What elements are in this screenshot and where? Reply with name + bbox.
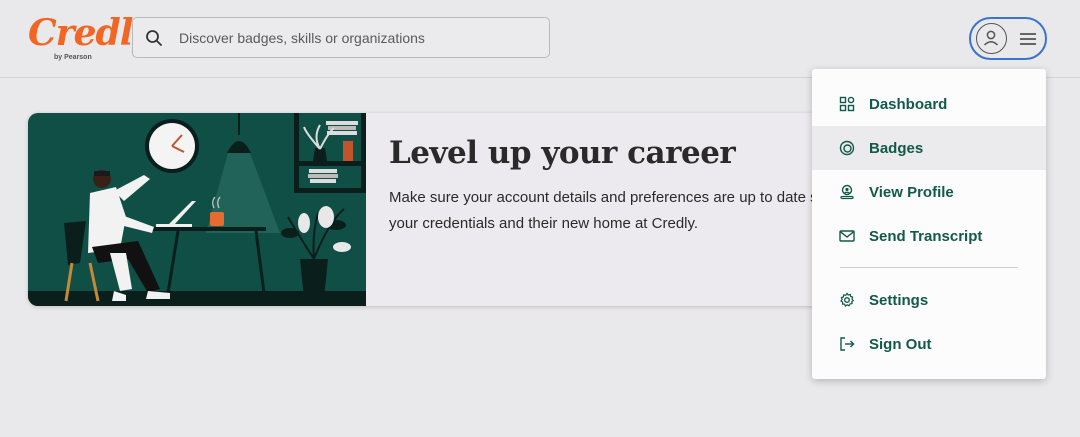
menu-item-badges[interactable]: Badges <box>812 126 1046 170</box>
menu-item-label: Send Transcript <box>869 227 983 245</box>
menu-item-dashboard[interactable]: Dashboard <box>812 82 1046 126</box>
envelope-icon <box>839 230 855 242</box>
profile-icon <box>840 184 854 200</box>
account-dropdown-menu: Dashboard Badges View Profile Send Trans… <box>812 69 1046 379</box>
search-icon <box>146 30 162 46</box>
menu-item-label: View Profile <box>869 183 954 201</box>
work-desk-illustration <box>28 113 366 306</box>
banner-title: Level up your career <box>389 135 736 171</box>
menu-item-sign-out[interactable]: Sign Out <box>812 322 1046 366</box>
menu-item-send-transcript[interactable]: Send Transcript <box>812 214 1046 258</box>
menu-item-label: Dashboard <box>869 95 948 113</box>
hamburger-icon <box>1020 33 1036 45</box>
search-box[interactable] <box>132 17 550 58</box>
account-menu-button[interactable] <box>969 17 1047 60</box>
badge-icon <box>839 140 855 156</box>
sign-out-icon <box>840 337 855 351</box>
credly-logo[interactable]: Credly by Pearson <box>28 12 153 68</box>
menu-item-label: Settings <box>869 291 929 309</box>
menu-item-label: Badges <box>869 139 924 157</box>
user-icon <box>976 23 1007 54</box>
menu-divider <box>840 267 1018 268</box>
menu-item-view-profile[interactable]: View Profile <box>812 170 1046 214</box>
logo-byline: by Pearson <box>54 54 92 61</box>
dashboard-grid-icon <box>839 96 855 112</box>
menu-item-label: Sign Out <box>869 335 932 353</box>
search-input[interactable] <box>179 18 539 57</box>
gear-icon <box>840 292 854 307</box>
top-header: Credly by Pearson <box>0 0 1080 78</box>
menu-item-settings[interactable]: Settings <box>812 278 1046 322</box>
